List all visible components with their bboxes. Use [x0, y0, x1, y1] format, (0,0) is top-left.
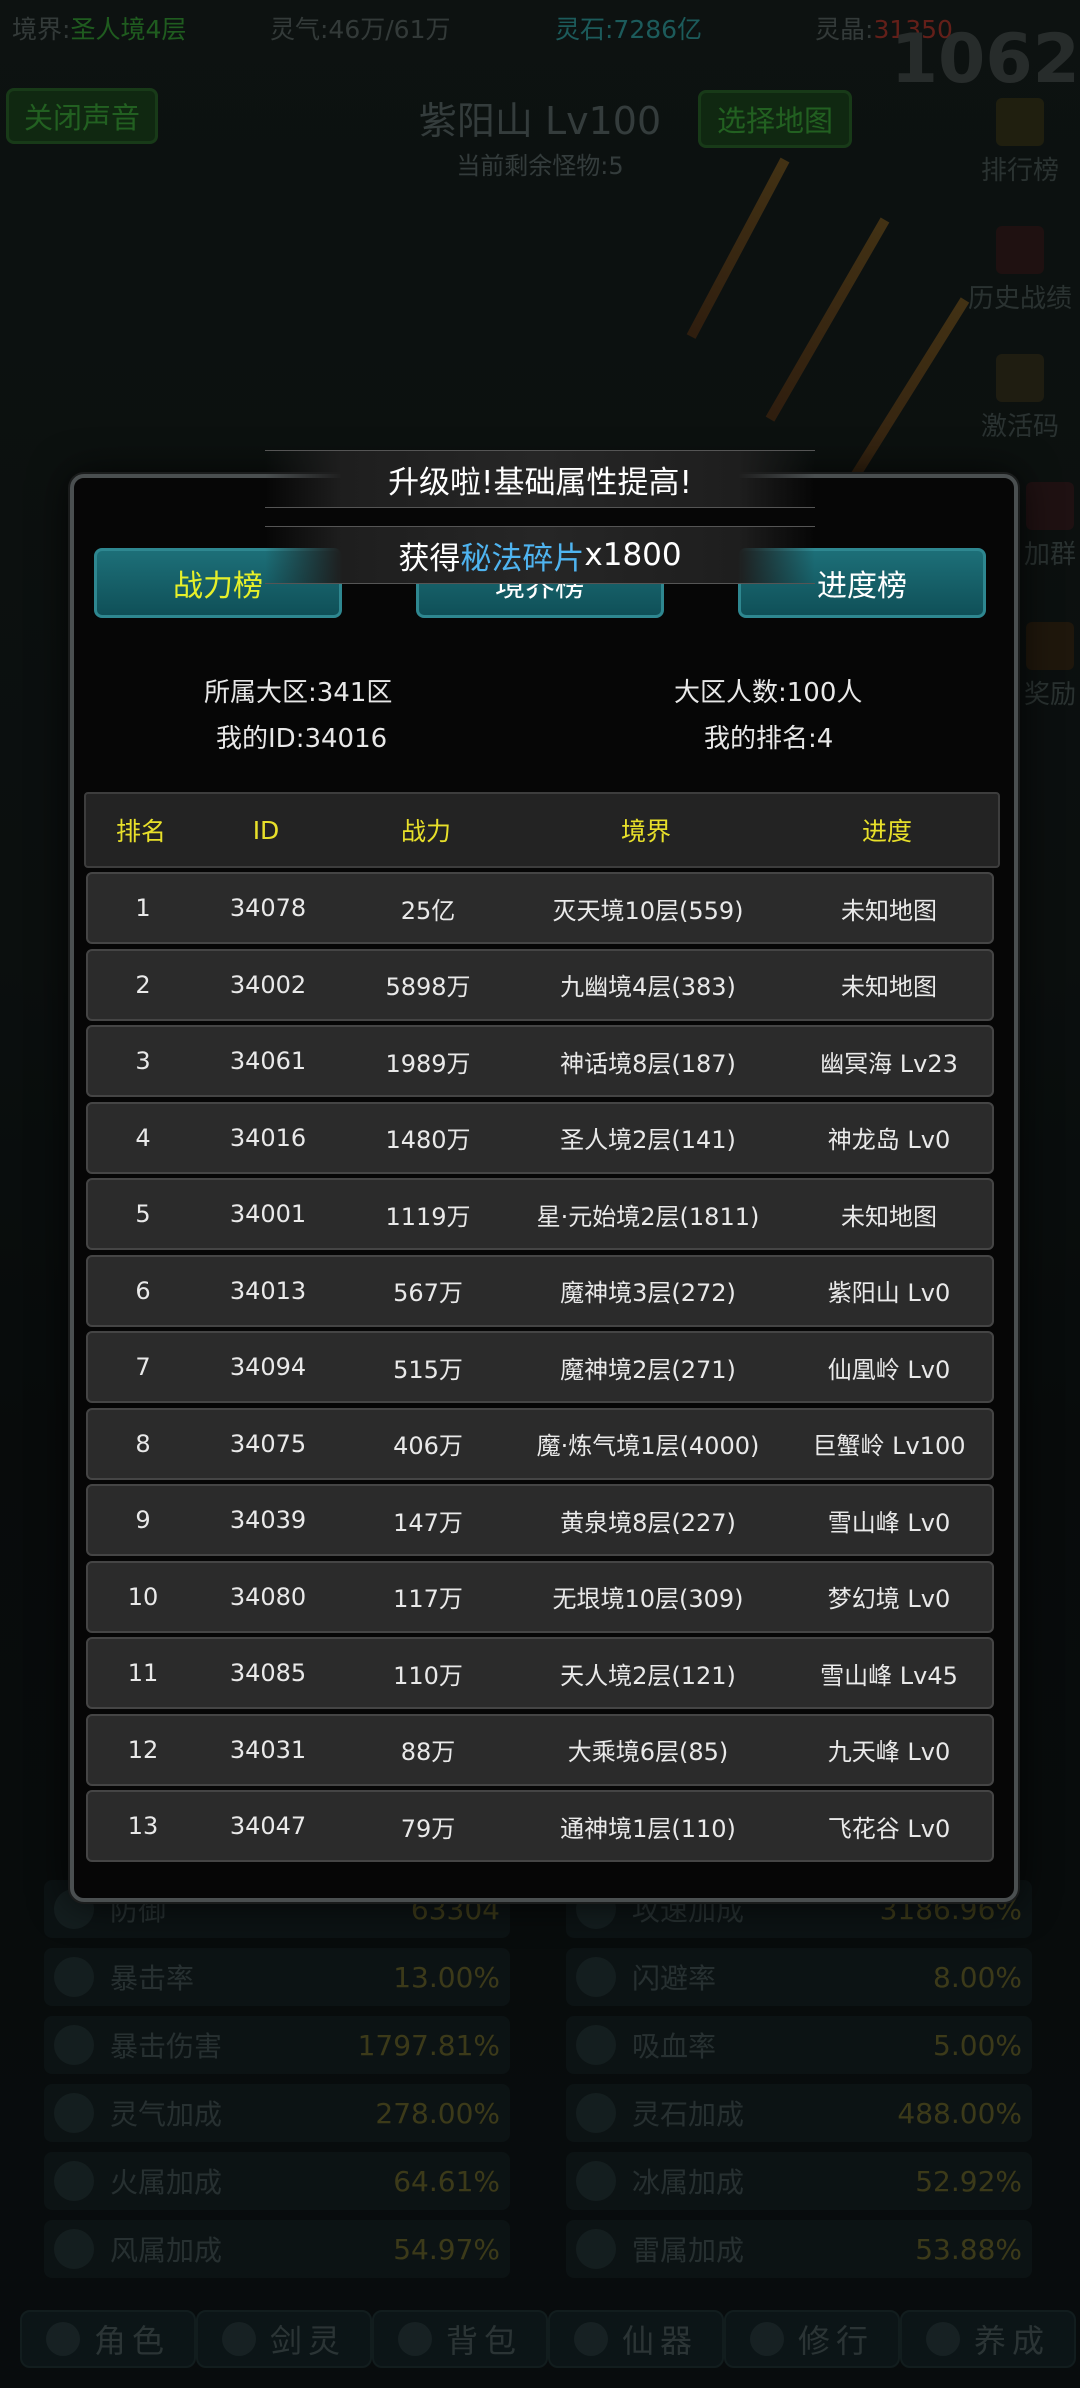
id-cell: 34075 [229, 1429, 307, 1458]
realm-cell: 神话境8层(187) [560, 1049, 736, 1078]
id-cell: 34039 [229, 1506, 307, 1534]
realm-cell: 魔·炼气境1层(4000) [536, 1432, 760, 1460]
power-cell: 1119万 [385, 1202, 471, 1231]
rank-cell: 10 [127, 1582, 159, 1611]
my-id-info: 我的ID:34016 [216, 724, 388, 754]
realm-cell: 天人境2层(121) [560, 1661, 736, 1690]
power-cell: 110万 [393, 1661, 463, 1690]
ranking-list[interactable]: 1 34078 25亿 灭天境10层(559) 未知地图 2 34002 5898万 九幽境4层… [84, 872, 996, 1876]
id-cell: 34002 [229, 970, 307, 999]
realm-cell: 魔神境3层(272) [560, 1279, 736, 1307]
progress-cell: 雪山峰 Lv0 [827, 1508, 951, 1537]
column-id: ID [252, 815, 280, 845]
progress-cell: 雪山峰 Lv45 [820, 1661, 958, 1690]
upgrade-toast: 升级啦!基础属性提高! [265, 450, 815, 508]
progress-cell: 未知地图 [841, 896, 937, 925]
progress-cell: 紫阳山 Lv0 [827, 1279, 951, 1307]
realm-cell: 九幽境4层(383) [560, 973, 736, 1001]
id-cell: 34094 [229, 1353, 307, 1381]
power-cell: 88万 [400, 1738, 456, 1766]
progress-cell: 未知地图 [841, 1202, 937, 1231]
power-cell: 515万 [393, 1355, 463, 1384]
column-rank: 排名 [115, 817, 166, 846]
progress-cell: 飞花谷 Lv0 [827, 1814, 951, 1843]
table-row[interactable]: 3 34061 1989万 神话境8层(187) 幽冥海 Lv23 [86, 1025, 994, 1097]
id-cell: 34001 [229, 1200, 307, 1228]
table-row[interactable]: 6 34013 567万 魔神境3层(272) 紫阳山 Lv0 [86, 1254, 994, 1327]
rank-cell: 2 [135, 970, 151, 999]
realm-cell: 灭天境10层(559) [552, 896, 744, 925]
id-cell: 34085 [229, 1659, 307, 1687]
rank-cell: 6 [135, 1276, 151, 1305]
table-row[interactable]: 1 34078 25亿 灭天境10层(559) 未知地图 [86, 872, 994, 944]
realm-cell: 大乘境6层(85) [567, 1738, 729, 1766]
power-cell: 117万 [393, 1585, 463, 1613]
progress-cell: 未知地图 [841, 973, 937, 1001]
rank-cell: 8 [135, 1429, 151, 1458]
realm-cell: 魔神境2层(271) [560, 1355, 736, 1384]
power-cell: 147万 [393, 1508, 463, 1537]
power-cell: 567万 [393, 1279, 463, 1307]
rank-cell: 11 [127, 1659, 159, 1687]
rank-cell: 13 [127, 1812, 159, 1840]
rank-cell: 9 [135, 1506, 151, 1534]
population-info: 大区人数:100人 [674, 678, 863, 708]
rank-cell: 5 [135, 1200, 151, 1228]
table-row[interactable]: 7 34094 515万 魔神境2层(271) 仙凰岭 Lv0 [86, 1331, 994, 1403]
progress-cell: 神龙岛 Lv0 [827, 1126, 951, 1154]
id-cell: 34047 [229, 1812, 307, 1840]
rank-cell: 1 [135, 894, 151, 922]
rank-cell: 3 [135, 1047, 151, 1075]
my-rank-info: 我的排名:4 [704, 724, 834, 754]
realm-cell: 圣人境2层(141) [560, 1126, 736, 1154]
rank-cell: 7 [135, 1353, 151, 1381]
column-realm: 境界 [620, 817, 671, 846]
rank-cell: 4 [135, 1123, 151, 1152]
id-cell: 34080 [229, 1582, 307, 1611]
realm-cell: 星·元始境2层(1811) [536, 1202, 760, 1231]
rank-cell: 12 [127, 1735, 159, 1764]
progress-cell: 仙凰岭 Lv0 [827, 1355, 951, 1384]
leaderboard-modal: 战力榜 境界榜 进度榜 所属大区:341区 大区人数:100人 我的ID:340… [70, 474, 1018, 1902]
realm-cell: 黄泉境8层(227) [560, 1508, 736, 1537]
table-row[interactable]: 12 34031 88万 大乘境6层(85) 九天峰 Lv0 [86, 1713, 994, 1786]
table-row[interactable]: 10 34080 117万 无垠境10层(309) 梦幻境 Lv0 [86, 1560, 994, 1633]
reward-item-name: 秘法碎片 [460, 540, 585, 577]
power-cell: 5898万 [385, 973, 471, 1001]
power-cell: 1480万 [385, 1126, 471, 1154]
id-cell: 34061 [229, 1047, 307, 1075]
id-cell: 34078 [229, 894, 307, 922]
progress-cell: 梦幻境 Lv0 [827, 1585, 951, 1613]
reward-toast: 获得 秘法碎片 x1800 [265, 526, 815, 584]
column-progress: 进度 [861, 817, 912, 846]
table-row[interactable]: 2 34002 5898万 九幽境4层(383) 未知地图 [86, 948, 994, 1021]
table-row[interactable]: 11 34085 110万 天人境2层(121) 雪山峰 Lv45 [86, 1637, 994, 1709]
realm-cell: 通神境1层(110) [560, 1814, 736, 1843]
table-row[interactable]: 8 34075 406万 魔·炼气境1层(4000) 巨蟹岭 Lv100 [86, 1407, 994, 1480]
table-row[interactable]: 4 34016 1480万 圣人境2层(141) 神龙岛 Lv0 [86, 1101, 994, 1174]
power-cell: 406万 [393, 1432, 463, 1460]
power-cell: 25亿 [400, 896, 456, 925]
progress-cell: 九天峰 Lv0 [827, 1738, 951, 1766]
id-cell: 34013 [229, 1276, 307, 1305]
realm-cell: 无垠境10层(309) [552, 1585, 744, 1613]
id-cell: 34016 [229, 1123, 307, 1152]
power-cell: 1989万 [385, 1049, 471, 1078]
progress-cell: 巨蟹岭 Lv100 [812, 1432, 966, 1460]
table-row[interactable]: 5 34001 1119万 星·元始境2层(1811) 未知地图 [86, 1178, 994, 1250]
column-power: 战力 [400, 817, 451, 846]
table-header: 排名 ID 战力 境界 进度 [84, 792, 1000, 868]
progress-cell: 幽冥海 Lv23 [820, 1049, 958, 1078]
power-cell: 79万 [400, 1814, 456, 1843]
region-info: 所属大区:341区 [204, 678, 393, 708]
table-row[interactable]: 13 34047 79万 通神境1层(110) 飞花谷 Lv0 [86, 1790, 994, 1862]
id-cell: 34031 [229, 1735, 307, 1764]
table-row[interactable]: 9 34039 147万 黄泉境8层(227) 雪山峰 Lv0 [86, 1484, 994, 1556]
